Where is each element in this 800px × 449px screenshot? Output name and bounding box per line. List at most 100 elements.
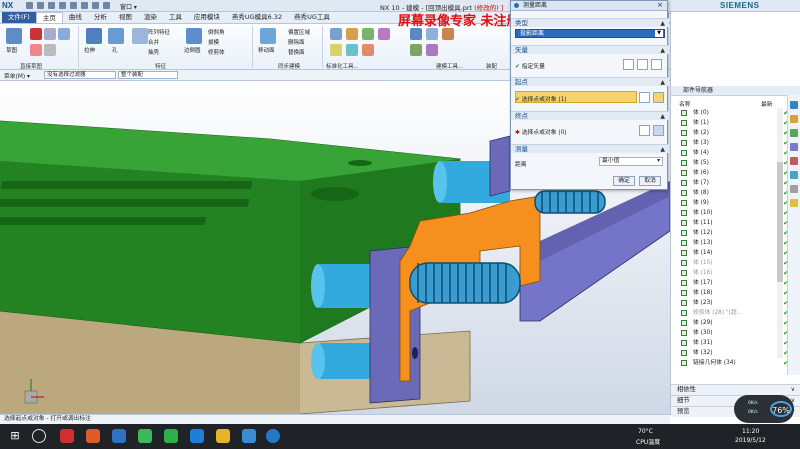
- vector-reverse-icon[interactable]: [623, 59, 634, 70]
- visibility-checkbox[interactable]: [681, 250, 687, 256]
- tab-tools[interactable]: 工具: [163, 12, 188, 23]
- visibility-checkbox[interactable]: [681, 200, 687, 206]
- navigator-item[interactable]: 体 (15)✔: [679, 258, 789, 268]
- section-type[interactable]: 类型 ▲: [511, 18, 669, 27]
- visibility-checkbox[interactable]: [681, 280, 687, 286]
- tool-icon[interactable]: [362, 28, 374, 40]
- sketch-icon[interactable]: [6, 28, 22, 44]
- visibility-checkbox[interactable]: [681, 340, 687, 346]
- visibility-checkbox[interactable]: [681, 310, 687, 316]
- move-face-icon[interactable]: [260, 28, 276, 44]
- app-icon[interactable]: [242, 429, 256, 443]
- save-icon[interactable]: [26, 2, 33, 9]
- navigator-item[interactable]: 体 (12)✔: [679, 228, 789, 238]
- tab-analysis[interactable]: 分析: [88, 12, 113, 23]
- hole-icon[interactable]: [108, 28, 124, 44]
- repeat-icon[interactable]: [92, 2, 99, 9]
- system-scene-icon[interactable]: [790, 199, 798, 207]
- visibility-checkbox[interactable]: [681, 240, 687, 246]
- tool-icon[interactable]: [410, 28, 422, 40]
- navigator-item[interactable]: 体 (10)✔: [679, 208, 789, 218]
- history-icon[interactable]: [790, 157, 798, 165]
- app-icon[interactable]: [86, 429, 100, 443]
- vector-inferred-icon[interactable]: [651, 59, 662, 70]
- pattern-icon[interactable]: [132, 28, 148, 44]
- constraint-navigator-icon[interactable]: [790, 115, 798, 123]
- navigator-item[interactable]: 体 (13)✔: [679, 238, 789, 248]
- visibility-checkbox[interactable]: [681, 290, 687, 296]
- extrude-icon[interactable]: [86, 28, 102, 44]
- app-icon[interactable]: [138, 429, 152, 443]
- visibility-checkbox[interactable]: [681, 160, 687, 166]
- start-select-row[interactable]: ✔ 选择点或对象 (1): [515, 94, 567, 103]
- visibility-checkbox[interactable]: [681, 300, 687, 306]
- tab-yanxiu-mold[interactable]: 燕秀UG模具6.32: [226, 12, 288, 23]
- redo-icon[interactable]: [48, 2, 55, 9]
- rectangle-icon[interactable]: [58, 28, 70, 40]
- cancel-button[interactable]: 取消: [639, 176, 661, 186]
- tool-icon[interactable]: [378, 28, 390, 40]
- ok-button[interactable]: 确定: [613, 176, 635, 186]
- edge-icon[interactable]: [190, 429, 204, 443]
- visibility-checkbox[interactable]: [681, 150, 687, 156]
- paste-icon[interactable]: [81, 2, 88, 9]
- tool-icon[interactable]: [442, 28, 454, 40]
- tool-icon[interactable]: [426, 28, 438, 40]
- visibility-checkbox[interactable]: [681, 350, 687, 356]
- visibility-checkbox[interactable]: [681, 270, 687, 276]
- navigator-item[interactable]: 体 (8)✔: [679, 188, 789, 198]
- close-icon[interactable]: ×: [657, 1, 663, 10]
- tab-yanxiu-tools[interactable]: 燕秀UG工具: [288, 12, 336, 23]
- tool-icon[interactable]: [346, 44, 358, 56]
- col-latest[interactable]: 最新: [761, 99, 773, 108]
- navigator-item[interactable]: 链接几何体 (34)✔: [679, 358, 789, 368]
- window-menu[interactable]: 窗口 ▾: [120, 2, 137, 11]
- point-dialog-icon[interactable]: [639, 125, 650, 136]
- section-measure[interactable]: 测量 ▲: [511, 144, 669, 153]
- visibility-checkbox[interactable]: [681, 180, 687, 186]
- tab-applications[interactable]: 应用模块: [188, 12, 226, 23]
- visibility-checkbox[interactable]: [681, 230, 687, 236]
- part-navigator-icon[interactable]: [790, 129, 798, 137]
- circle-icon[interactable]: [30, 44, 42, 56]
- navigator-item[interactable]: 体 (5)✔: [679, 158, 789, 168]
- search-icon[interactable]: [32, 429, 46, 443]
- visibility-checkbox[interactable]: [681, 210, 687, 216]
- navigator-item[interactable]: 体 (32)✔: [679, 348, 789, 358]
- navigator-item[interactable]: 体 (30)✔: [679, 328, 789, 338]
- tab-file[interactable]: 文件(F): [2, 12, 36, 23]
- undo-icon[interactable]: [37, 2, 44, 9]
- navigator-item[interactable]: 体 (18)✔: [679, 288, 789, 298]
- tool-icon[interactable]: [362, 44, 374, 56]
- visibility-checkbox[interactable]: [681, 120, 687, 126]
- navigator-item[interactable]: 体 (9)✔: [679, 198, 789, 208]
- section-end-point[interactable]: 终点 ▲: [511, 111, 669, 120]
- tool-icon[interactable]: [346, 28, 358, 40]
- visibility-checkbox[interactable]: [681, 140, 687, 146]
- section-vector[interactable]: 矢量 ▲: [511, 45, 669, 54]
- col-name[interactable]: 名称: [679, 99, 691, 108]
- visibility-checkbox[interactable]: [681, 190, 687, 196]
- web-browser-icon[interactable]: [790, 171, 798, 179]
- visibility-checkbox[interactable]: [681, 360, 687, 366]
- tab-curve[interactable]: 曲线: [63, 12, 88, 23]
- touch-mode-icon[interactable]: [103, 2, 110, 9]
- point-inferred-icon[interactable]: [653, 125, 664, 136]
- navigator-item[interactable]: 体 (14)✔: [679, 248, 789, 258]
- network-speed-widget[interactable]: 0K/s 0K/s 76%: [734, 395, 794, 423]
- tool-icon[interactable]: [330, 44, 342, 56]
- app-icon[interactable]: [60, 429, 74, 443]
- visibility-checkbox[interactable]: [681, 130, 687, 136]
- menu-button[interactable]: 菜单(M) ▾: [4, 71, 30, 80]
- navigator-item[interactable]: 体 (4)✔: [679, 148, 789, 158]
- section-start-point[interactable]: 起点 ▲: [511, 77, 669, 86]
- point-dialog-icon[interactable]: [639, 92, 650, 103]
- assembly-navigator-icon[interactable]: [790, 101, 798, 109]
- visibility-checkbox[interactable]: [681, 320, 687, 326]
- tool-icon[interactable]: [330, 28, 342, 40]
- selection-filter-dropdown[interactable]: 没有选择过滤器: [44, 71, 116, 79]
- specify-vector-row[interactable]: ✔ 指定矢量: [515, 61, 545, 70]
- line-icon[interactable]: [30, 28, 42, 40]
- navigator-item[interactable]: 体 (6)✔: [679, 168, 789, 178]
- wechat-icon[interactable]: [164, 429, 178, 443]
